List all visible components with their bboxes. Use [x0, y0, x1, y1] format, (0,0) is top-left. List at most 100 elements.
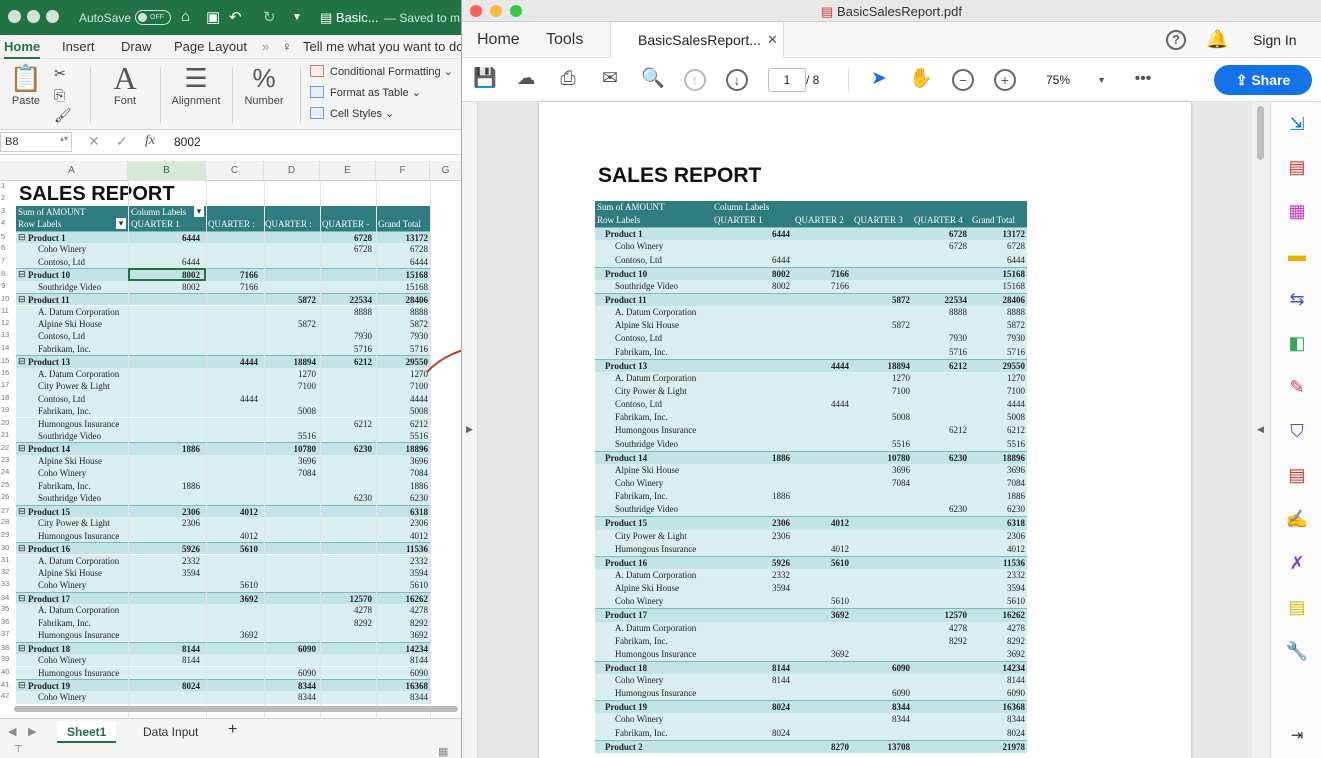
pivot-cell-value[interactable]: 8344 [266, 681, 316, 691]
pivot-grand-total[interactable]: 6318 [378, 507, 428, 517]
tab-draw[interactable]: Draw [121, 39, 151, 54]
pivot-cell-value[interactable]: 6444 [150, 257, 200, 267]
zoom-in-icon[interactable]: + [994, 69, 1016, 91]
pivot-cell-value[interactable]: 7100 [266, 381, 316, 391]
scrollbar-thumb[interactable] [1257, 106, 1264, 160]
document-tab[interactable]: BasicSalesReport... ✕ [610, 22, 784, 58]
pivot-grand-total[interactable]: 6444 [378, 257, 428, 267]
send-for-comments-icon[interactable]: ▤ [1285, 595, 1309, 619]
pivot-cell-value[interactable]: 1886 [150, 481, 200, 491]
row-number[interactable]: 4 [0, 218, 14, 227]
tab-home[interactable]: Home [4, 39, 41, 60]
pivot-cell-value[interactable]: 5716 [322, 344, 372, 354]
compress-pdf-icon[interactable]: ▤ [1285, 463, 1309, 487]
pivot-cell-value[interactable]: 3696 [266, 456, 316, 466]
collapse-toggle-icon[interactable]: ⊟ [18, 543, 26, 554]
pivot-grand-total[interactable]: 5872 [378, 319, 428, 329]
hand-tool-icon[interactable]: ✋ [908, 67, 934, 91]
row-number[interactable]: 28 [0, 517, 14, 526]
combine-files-icon[interactable]: ⇆ [1285, 287, 1309, 311]
pivot-cell-value[interactable]: 8002 [150, 282, 200, 292]
scroll-right-icon[interactable]: ▶ [28, 725, 36, 738]
next-page-icon[interactable]: ↓ [726, 69, 748, 91]
pivot-cell-value[interactable]: 8144 [150, 644, 200, 654]
select-cursor-icon[interactable]: ➤ [866, 67, 892, 91]
function-icon[interactable]: fx [145, 133, 155, 149]
pivot-cell-value[interactable]: 2306 [150, 518, 200, 528]
font-button[interactable]: A Font [100, 61, 150, 107]
number-button[interactable]: % Number [238, 61, 290, 107]
pivot-cell-value[interactable]: 5610 [208, 580, 258, 590]
row-number[interactable]: 32 [0, 567, 14, 576]
column-header-b[interactable]: B [128, 161, 206, 181]
page-number-input[interactable]: 1 [768, 68, 806, 92]
pivot-cell-value[interactable]: 1270 [266, 369, 316, 379]
pivot-grand-total[interactable]: 8888 [378, 307, 428, 317]
pivot-cell-value[interactable]: 7930 [322, 331, 372, 341]
pivot-cell-value[interactable]: 8024 [150, 681, 200, 691]
customize-toolbar-icon[interactable]: ▼ [292, 12, 302, 23]
zoom-window-button[interactable] [46, 10, 59, 23]
row-number[interactable]: 17 [0, 380, 14, 389]
certificates-icon[interactable]: ✗ [1285, 551, 1309, 575]
pivot-grand-total[interactable]: 15168 [378, 282, 429, 292]
collapse-toggle-icon[interactable]: ⊟ [18, 593, 26, 604]
document-viewport[interactable]: ▶ SALES REPORT Sum of AMOUNT Column Label… [462, 102, 1270, 758]
more-tabs-icon[interactable]: » [262, 39, 269, 54]
pivot-grand-total[interactable]: 13172 [378, 233, 429, 243]
pivot-grand-total[interactable]: 5008 [378, 406, 428, 416]
notifications-bell-icon[interactable]: 🔔 [1206, 29, 1228, 50]
row-number[interactable]: 19 [0, 405, 14, 414]
paste-button[interactable]: 📋 Paste [6, 61, 46, 107]
format-painter-icon[interactable]: 🖌 [54, 107, 72, 124]
minimize-window-button[interactable] [27, 10, 40, 23]
pivot-grand-total[interactable]: 4444 [378, 394, 428, 404]
pivot-cell-value[interactable]: 1886 [150, 444, 200, 454]
print-icon[interactable]: ⎙ [555, 67, 581, 91]
row-number[interactable]: 14 [0, 343, 14, 352]
collapse-panel-icon[interactable]: ⇥ [1285, 724, 1309, 748]
zoom-level-dropdown[interactable]: 75% ▼ [1038, 68, 1110, 92]
enter-icon[interactable]: ✓ [116, 133, 128, 150]
pivot-grand-total[interactable]: 29550 [378, 357, 429, 367]
pivot-grand-total[interactable]: 7930 [378, 331, 428, 341]
pivot-grand-total[interactable]: 3594 [378, 568, 428, 578]
pivot-grand-total[interactable]: 14234 [378, 644, 429, 654]
pivot-cell-value[interactable]: 5610 [208, 544, 258, 554]
autosave-toggle[interactable]: OFF [135, 10, 171, 25]
column-header-d[interactable]: D [264, 161, 320, 181]
pivot-cell-value[interactable]: 22534 [322, 295, 373, 305]
pivot-cell-value[interactable]: 8344 [266, 692, 316, 702]
pivot-cell-value[interactable]: 4012 [208, 531, 258, 541]
pivot-cell-value[interactable]: 7166 [208, 282, 258, 292]
pivot-grand-total[interactable]: 1270 [378, 369, 428, 379]
organize-pages-icon[interactable]: ◧ [1285, 331, 1309, 355]
pivot-grand-total[interactable]: 6090 [378, 668, 428, 678]
pivot-grand-total[interactable]: 5610 [378, 580, 428, 590]
pivot-cell-value[interactable]: 3594 [150, 568, 200, 578]
nav-tools[interactable]: Tools [546, 31, 583, 49]
collapse-toggle-icon[interactable]: ⊟ [18, 232, 26, 243]
normal-view-icon[interactable]: ▦ [438, 745, 448, 758]
row-number[interactable]: 31 [0, 555, 14, 564]
pivot-cell-value[interactable]: 6230 [322, 493, 372, 503]
copy-icon[interactable]: ⎘ [54, 87, 65, 104]
pivot-cell-value[interactable]: 2306 [150, 507, 200, 517]
pivot-grand-total[interactable]: 5716 [378, 344, 428, 354]
pivot-cell-value[interactable]: 6090 [266, 668, 316, 678]
row-number[interactable]: 5 [0, 232, 14, 241]
formula-input[interactable]: 8002 [174, 135, 201, 149]
name-box[interactable]: B8 ▴▾ [0, 132, 72, 152]
pivot-cell-value[interactable]: 6090 [266, 644, 316, 654]
row-number[interactable]: 15 [0, 356, 14, 365]
pivot-cell-value[interactable]: 2332 [150, 556, 200, 566]
upload-cloud-icon[interactable]: ☁ [513, 67, 539, 91]
pivot-row-labels[interactable]: Row Labels [18, 219, 61, 229]
export-pdf-icon[interactable]: ⇲ [1285, 112, 1309, 136]
scroll-left-icon[interactable]: ◀ [8, 725, 16, 738]
pivot-grand-total[interactable]: 2306 [378, 518, 428, 528]
home-icon[interactable]: ⌂ [181, 8, 190, 25]
sheet-tab-sheet1[interactable]: Sheet1 [57, 721, 117, 743]
create-pdf-icon[interactable]: ▤ [1285, 155, 1309, 179]
pivot-cell-value[interactable]: 5008 [266, 406, 316, 416]
